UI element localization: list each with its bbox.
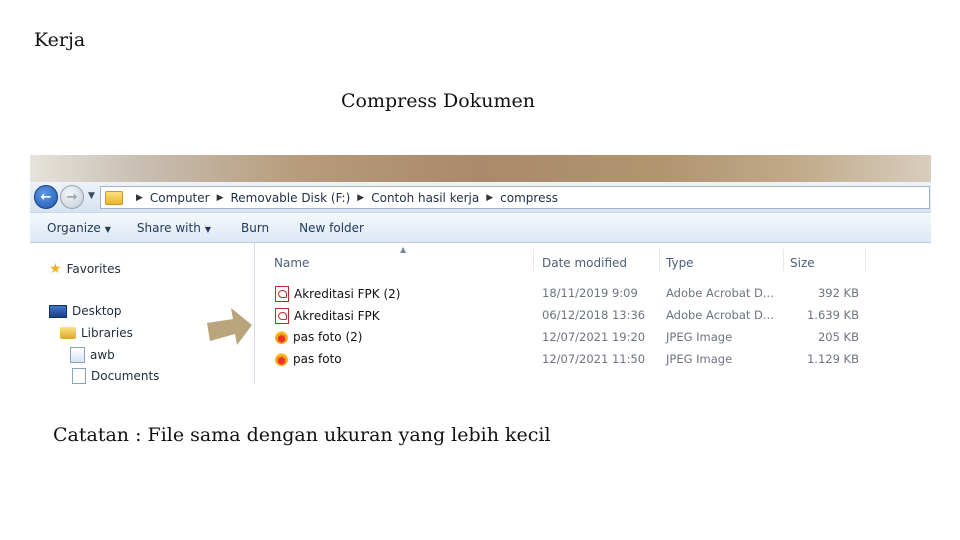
jpeg-icon [275,352,288,366]
file-list: ▲ Name Date modified Type Size Akreditas… [255,243,931,384]
file-date: 06/12/2018 13:36 [542,308,646,322]
nav-awb-label: awb [90,348,115,362]
pointer-arrow-icon [207,308,252,345]
column-header-size[interactable]: Size [790,256,815,270]
column-divider[interactable] [865,249,866,271]
libraries-icon [60,327,76,339]
file-size: 205 KB [817,330,859,344]
burn-button[interactable]: Burn [241,221,269,235]
file-row[interactable]: pas foto 12/07/2021 11:50 JPEG Image 1.1… [255,348,931,370]
recent-pages-dropdown-icon[interactable]: ▼ [88,191,95,201]
breadcrumb-separator-icon[interactable]: ▶ [136,193,143,203]
file-name-cell: Akreditasi FPK [275,308,380,324]
organize-label: Organize [47,220,101,235]
column-header-date-modified[interactable]: Date modified [542,256,627,270]
documents-icon [72,368,86,384]
file-name: Akreditasi FPK (2) [294,287,401,301]
file-type: Adobe Acrobat D... [666,308,774,322]
window-titlebar [30,155,931,182]
column-divider[interactable] [659,249,660,271]
back-button[interactable]: ← [34,185,58,209]
breadcrumb-separator-icon[interactable]: ▶ [486,193,493,203]
folder-icon [105,190,123,205]
file-name: pas foto (2) [293,330,363,344]
breadcrumb-compress[interactable]: compress [500,191,558,205]
file-row[interactable]: Akreditasi FPK (2) 18/11/2019 9:09 Adobe… [255,282,931,304]
library-icon [70,347,85,363]
slide-heading: Kerja [34,29,86,51]
breadcrumb-removable-disk[interactable]: Removable Disk (F:) [231,191,351,205]
nav-awb[interactable]: awb [70,347,115,363]
forward-button[interactable]: → [60,185,84,209]
file-size: 1.639 KB [806,308,859,322]
jpeg-icon [275,330,288,344]
new-folder-button[interactable]: New folder [299,221,364,235]
file-name: pas foto [293,352,342,366]
nav-favorites[interactable]: ★ Favorites [49,261,121,277]
file-date: 12/07/2021 19:20 [542,330,646,344]
organize-menu[interactable]: Organize ▼ [47,221,111,235]
file-explorer-screenshot: ← → ▼ ▶ Computer ▶ Removable Disk (F:) ▶… [30,155,931,384]
nav-libraries[interactable]: Libraries [60,326,133,340]
pdf-icon [275,308,289,324]
sort-indicator-icon: ▲ [400,245,407,254]
slide-note: Catatan : File sama dengan ukuran yang l… [53,424,551,446]
column-divider[interactable] [533,249,534,271]
file-size: 392 KB [817,286,859,300]
nav-desktop-label: Desktop [72,304,122,318]
share-with-label: Share with [136,220,201,235]
share-with-menu[interactable]: Share with ▼ [137,221,211,235]
file-name-cell: pas foto [275,352,342,366]
file-date: 12/07/2021 11:50 [542,352,646,366]
star-icon: ★ [49,261,62,277]
pdf-icon [275,286,289,302]
chevron-down-icon: ▼ [204,224,211,234]
nav-favorites-label: Favorites [66,262,121,276]
column-divider[interactable] [783,249,784,271]
command-toolbar: Organize ▼ Share with ▼ Burn New folder [30,213,931,243]
file-size: 1.129 KB [806,352,859,366]
file-date: 18/11/2019 9:09 [542,286,638,300]
column-header-name[interactable]: Name [274,256,309,270]
file-row[interactable]: pas foto (2) 12/07/2021 19:20 JPEG Image… [255,326,931,348]
column-header-type[interactable]: Type [666,256,694,270]
slide-title: Compress Dokumen [341,90,535,112]
nav-desktop[interactable]: Desktop [49,304,122,318]
file-name-cell: pas foto (2) [275,330,362,344]
file-row[interactable]: Akreditasi FPK 06/12/2018 13:36 Adobe Ac… [255,304,931,326]
nav-documents-label: Documents [91,369,160,383]
breadcrumb-separator-icon[interactable]: ▶ [357,193,364,203]
breadcrumb-computer[interactable]: Computer [150,191,210,205]
file-type: JPEG Image [666,330,733,344]
breadcrumb-separator-icon[interactable]: ▶ [217,193,224,203]
desktop-icon [49,304,67,318]
address-row: ← → ▼ ▶ Computer ▶ Removable Disk (F:) ▶… [30,182,931,213]
file-type: Adobe Acrobat D... [666,286,774,300]
file-type: JPEG Image [666,352,733,366]
address-bar[interactable]: ▶ Computer ▶ Removable Disk (F:) ▶ Conto… [100,186,930,209]
chevron-down-icon: ▼ [104,224,111,234]
file-name: Akreditasi FPK [294,309,380,323]
file-name-cell: Akreditasi FPK (2) [275,286,400,302]
breadcrumb-contoh-hasil-kerja[interactable]: Contoh hasil kerja [371,191,479,205]
nav-documents[interactable]: Documents [72,368,159,384]
nav-libraries-label: Libraries [81,326,133,340]
